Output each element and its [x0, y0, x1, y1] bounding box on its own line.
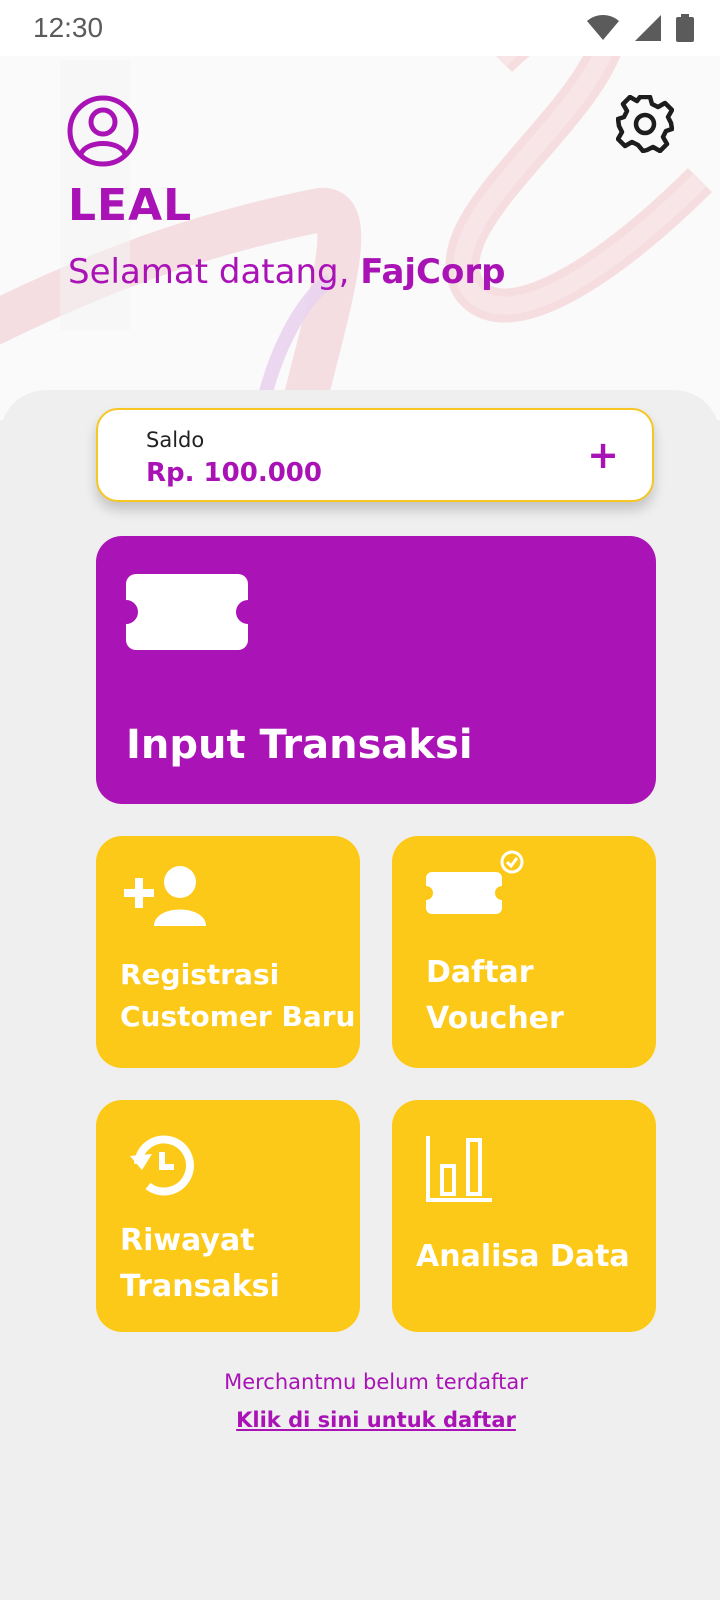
- balance-value: Rp. 100.000: [146, 458, 322, 488]
- status-bar: 12:30: [0, 0, 720, 56]
- voucher-label-line1: Daftar: [426, 955, 534, 990]
- gear-icon[interactable]: [616, 95, 674, 153]
- greeting-prefix: Selamat datang,: [68, 252, 350, 292]
- history-label-line1: Riwayat: [120, 1223, 255, 1258]
- balance-card: Saldo Rp. 100.000 +: [96, 408, 654, 502]
- balance-label: Saldo: [146, 428, 205, 452]
- voucher-list-button[interactable]: Daftar Voucher: [392, 836, 656, 1068]
- wifi-icon: [587, 15, 619, 40]
- signal-icon: [635, 15, 661, 41]
- bar-chart-icon: [426, 1136, 492, 1202]
- voucher-label-line2: Voucher: [426, 1001, 564, 1036]
- history-label-line2: Transaksi: [120, 1269, 280, 1304]
- header: 12:30 LEAL Selamat datang, FajCorp: [0, 0, 720, 420]
- ticket-check-icon: [426, 850, 524, 914]
- status-icons: [586, 14, 694, 42]
- history-icon: [130, 1135, 194, 1196]
- analysis-label: Analisa Data: [416, 1239, 630, 1274]
- battery-icon: [676, 14, 694, 42]
- data-analysis-button[interactable]: Analisa Data: [392, 1100, 656, 1332]
- add-user-icon: [124, 866, 206, 926]
- input-transaction-label: Input Transaksi: [126, 722, 473, 768]
- register-label-line2: Customer Baru: [120, 1000, 356, 1033]
- status-time: 12:30: [33, 12, 104, 43]
- home-screen: 12:30 LEAL Selamat datang, FajCorp Saldo…: [0, 0, 720, 1600]
- register-label-line1: Registrasi: [120, 958, 280, 991]
- ticket-icon: [126, 574, 248, 650]
- input-transaction-button[interactable]: Input Transaksi: [96, 536, 656, 804]
- merchant-status-note: Merchantmu belum terdaftar: [224, 1370, 528, 1394]
- top-up-button[interactable]: +: [580, 432, 626, 478]
- user-circle-icon[interactable]: [66, 94, 140, 168]
- transaction-history-button[interactable]: Riwayat Transaksi: [96, 1100, 360, 1332]
- register-merchant-link[interactable]: Klik di sini untuk daftar: [0, 1408, 720, 1432]
- register-customer-button[interactable]: Registrasi Customer Baru: [96, 836, 360, 1068]
- greeting: Selamat datang, FajCorp: [68, 252, 505, 292]
- brand-logo-text: LEAL: [68, 180, 193, 231]
- user-name: FajCorp: [360, 252, 506, 292]
